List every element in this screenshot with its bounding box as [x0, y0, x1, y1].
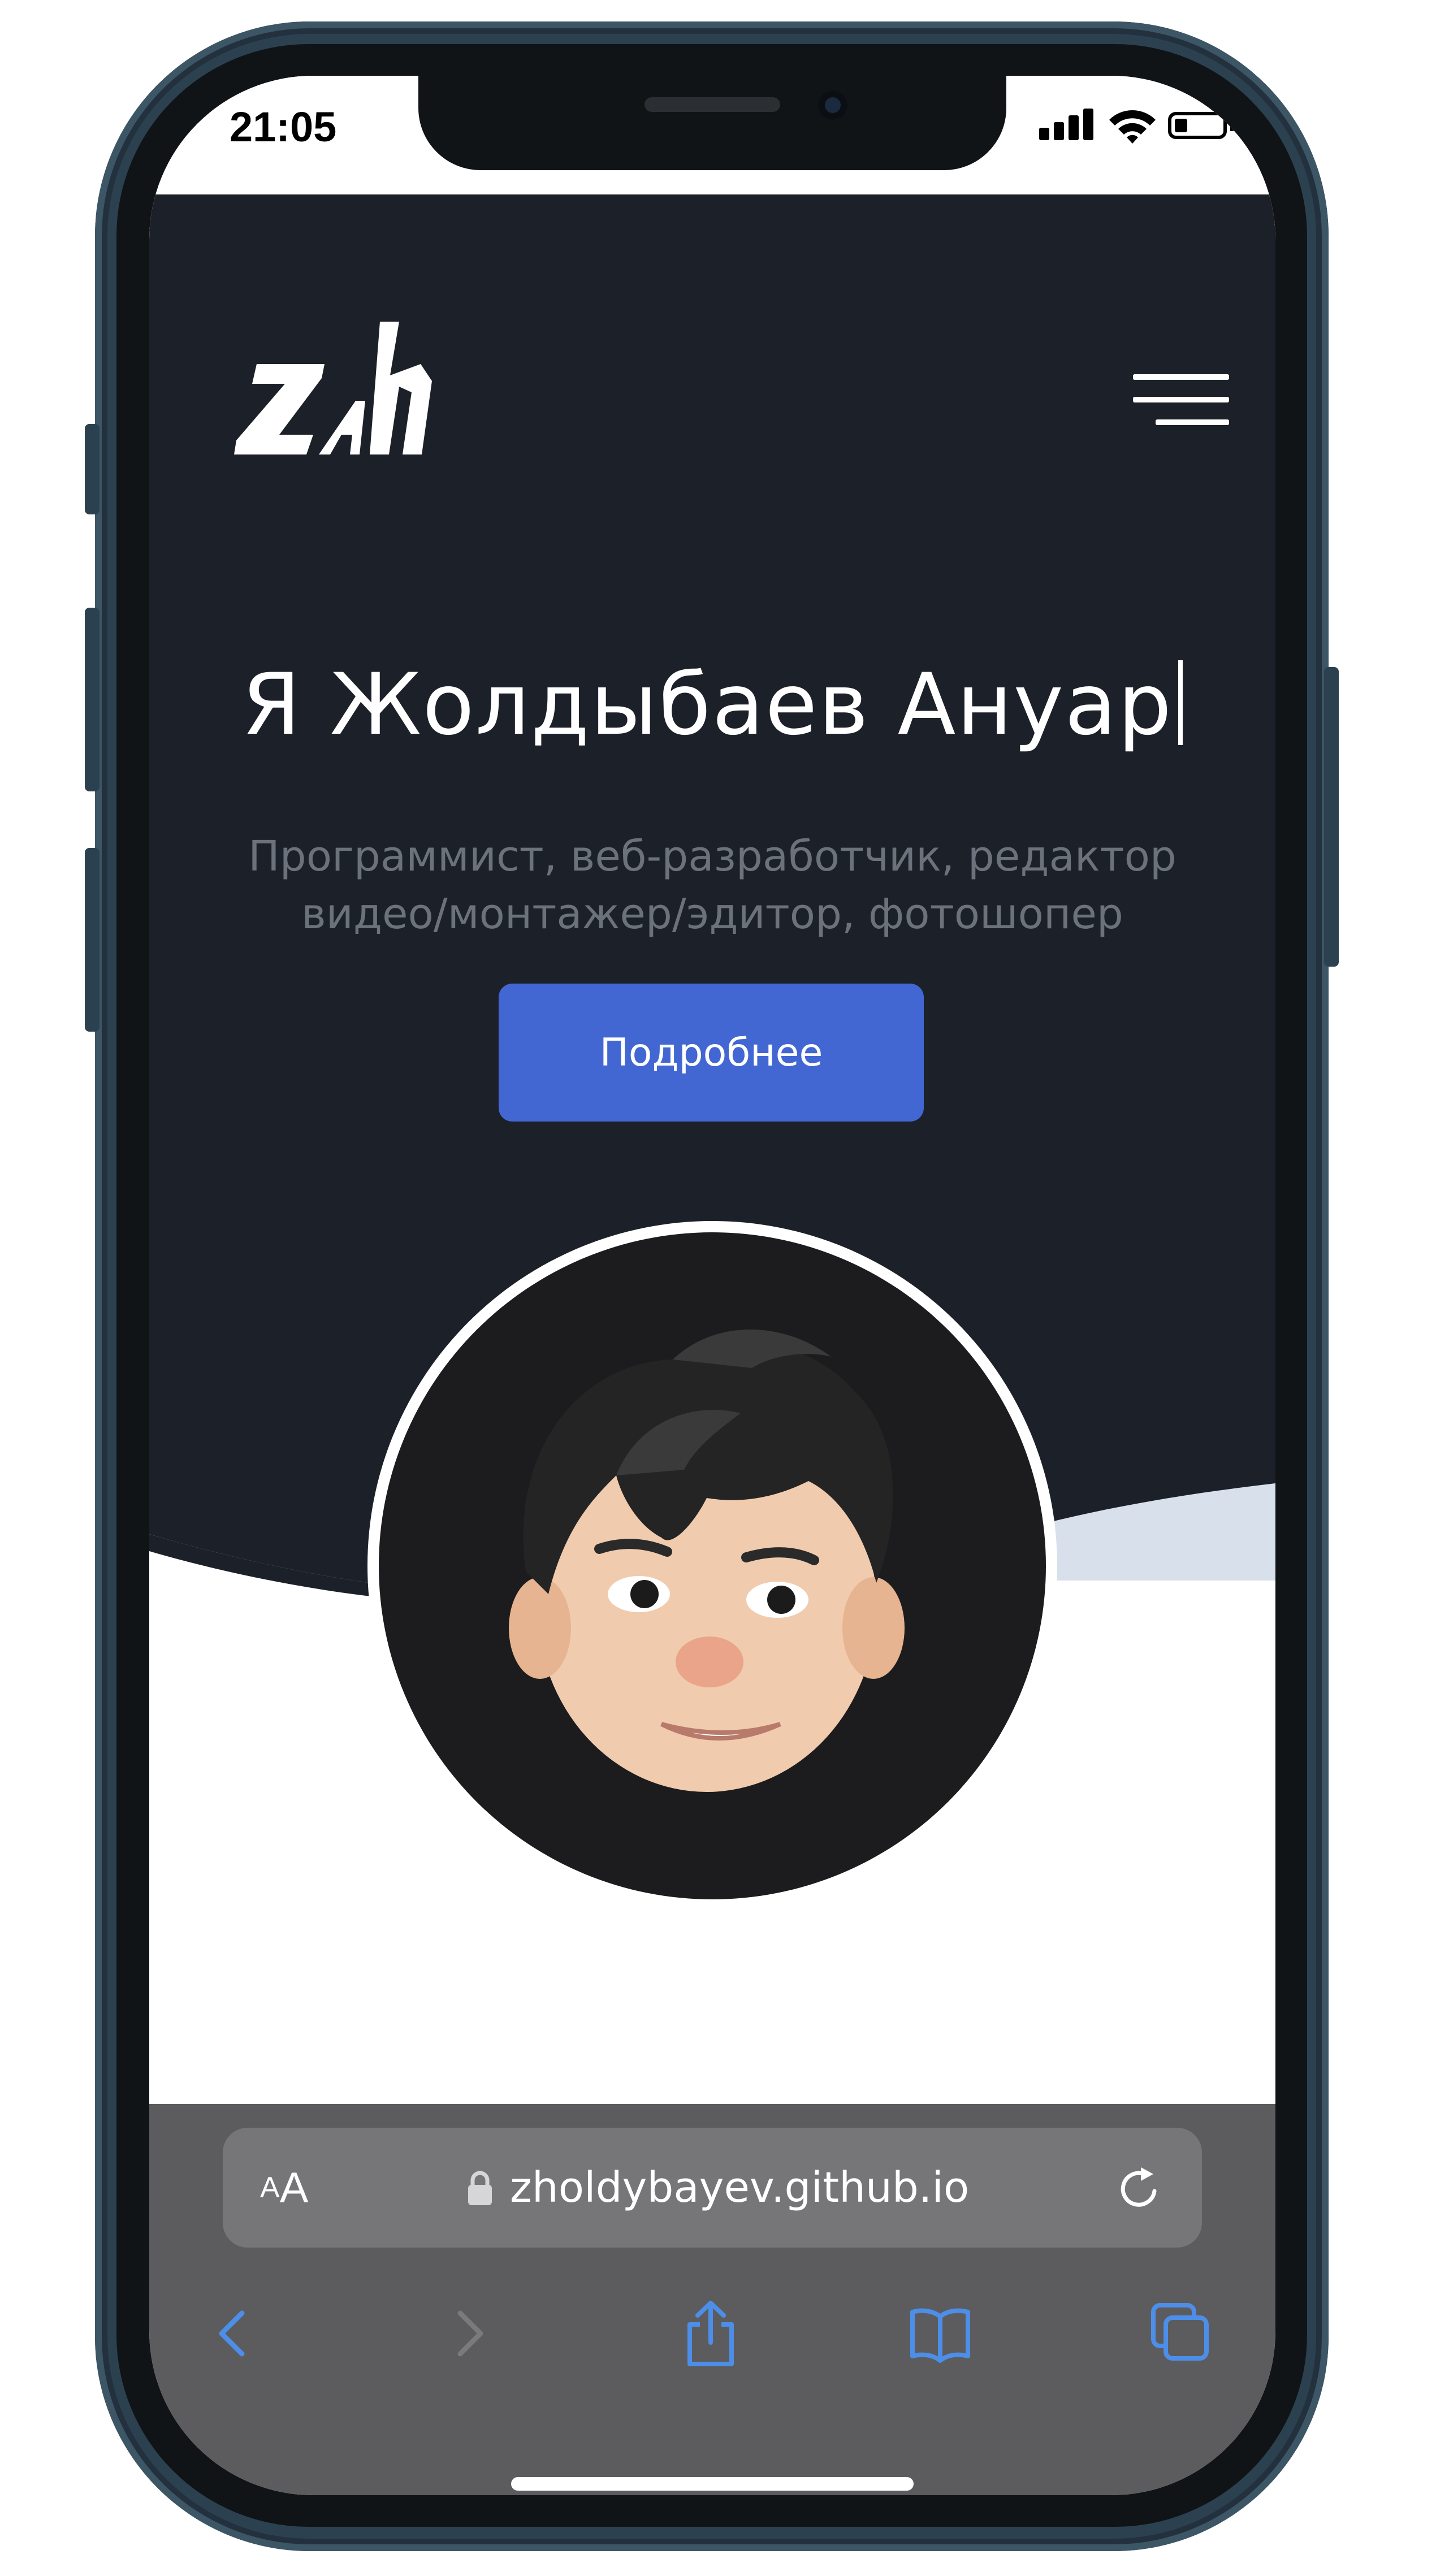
- url-display[interactable]: zholdybayev.github.io: [466, 2128, 969, 2248]
- notch: [418, 76, 1006, 170]
- forward-icon[interactable]: [439, 2300, 501, 2367]
- tabs-icon[interactable]: [1149, 2300, 1211, 2367]
- hero-title: Я Жолдыбаев Ануар: [149, 656, 1275, 754]
- text-size-button[interactable]: AA: [260, 2128, 308, 2248]
- site-logo[interactable]: [234, 322, 432, 463]
- wifi-icon: [1109, 110, 1156, 144]
- battery-icon: [1168, 112, 1227, 139]
- phone-screen: 21:05 Я Жолдыбаев Ануар Программист, веб…: [149, 76, 1275, 2495]
- bookmarks-icon[interactable]: [909, 2300, 971, 2367]
- back-icon[interactable]: [201, 2300, 263, 2367]
- hero-subtitle: Программист, веб-разработчик, редактор в…: [217, 828, 1208, 943]
- status-bar: 21:05: [149, 76, 1275, 194]
- more-details-label: Подробнее: [599, 1030, 823, 1075]
- avatar: [367, 1221, 1057, 1911]
- avatar-photo-frame: [379, 1232, 1046, 1899]
- status-icons: [1039, 105, 1248, 145]
- front-camera: [818, 90, 847, 120]
- home-indicator[interactable]: [511, 2477, 914, 2491]
- share-icon[interactable]: [680, 2300, 742, 2367]
- hero-section: Я Жолдыбаев Ануар Программист, веб-разра…: [149, 194, 1275, 1911]
- volume-up-button: [85, 608, 100, 791]
- power-button: [1324, 667, 1339, 967]
- typing-cursor: [1178, 660, 1183, 745]
- volume-down-button: [85, 848, 100, 1032]
- next-section-heading: [149, 2066, 1275, 2105]
- lock-icon: [468, 2171, 492, 2205]
- status-time: 21:05: [230, 103, 337, 150]
- memoji-avatar-icon: [509, 1329, 905, 1792]
- silent-switch: [85, 424, 100, 514]
- url-text: zholdybayev.github.io: [510, 2163, 970, 2212]
- browser-toolbar: AA zholdybayev.github.io: [149, 2104, 1275, 2495]
- reload-icon[interactable]: [1116, 2165, 1163, 2213]
- hero-title-text: Я Жолдыбаев Ануар: [241, 656, 1173, 754]
- more-details-button[interactable]: Подробнее: [499, 984, 924, 1122]
- hero-subtitle-line1: Программист, веб-разработчик, редактор: [248, 832, 1176, 881]
- text-size-small-a: A: [260, 2171, 280, 2204]
- hamburger-menu-icon[interactable]: [1122, 364, 1229, 438]
- earpiece-speaker: [645, 97, 780, 112]
- text-size-large-a: A: [279, 2163, 309, 2212]
- hero-subtitle-line2: видео/монтажер/эдитор, фотошопер: [301, 890, 1123, 938]
- address-bar[interactable]: AA zholdybayev.github.io: [223, 2128, 1202, 2248]
